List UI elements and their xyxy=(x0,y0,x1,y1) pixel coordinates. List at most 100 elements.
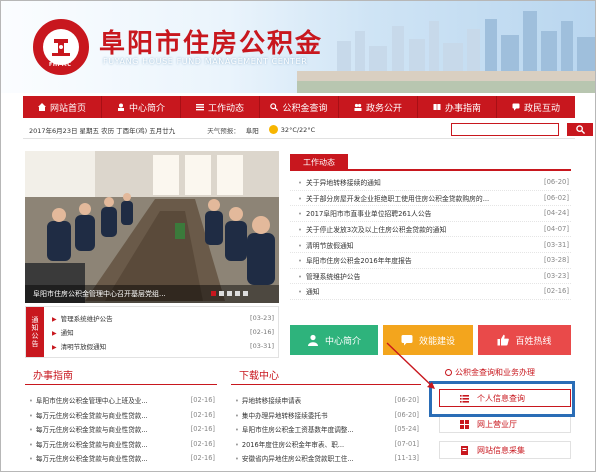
slide-dot[interactable] xyxy=(243,291,248,296)
weather-temp-text: 32°C/22°C xyxy=(280,125,316,134)
center-intro-button[interactable]: 中心简介 xyxy=(290,325,378,355)
download-item-title: 集中办理异地转移接续委托书 xyxy=(235,410,328,420)
list-icon xyxy=(195,104,204,111)
slide-dot[interactable] xyxy=(219,291,224,296)
slide-dot[interactable] xyxy=(235,291,240,296)
slideshow-dots xyxy=(211,291,248,296)
notice-list: ▶ 管理系统维护公告 [03-23] ▶ 通知 [02-16] ▶ 清明节放假通知 [… xyxy=(52,311,274,353)
list-item[interactable]: 阜阳市住房公积金工资基数年度调整... [05-24] xyxy=(231,422,421,437)
download-item-date: [07-01] xyxy=(394,439,419,448)
house-key-logo-icon xyxy=(52,39,70,56)
download-title[interactable]: 下载中心 xyxy=(239,367,279,382)
nav-label: 公积金查询 xyxy=(282,103,328,114)
guide-item-title: 每万元住房公积金贷款与商业性贷款... xyxy=(29,453,148,463)
guide-item-date: [02-16] xyxy=(190,396,215,405)
info-bar: 2017年6月23日 星期五 农历 丁酉年(鸡) 五月廿九 天气预报： 阜阳 3… xyxy=(23,121,593,139)
news-date: [06-02] xyxy=(543,193,569,202)
list-item[interactable]: 每万元住房公积金贷款与商业性贷款... [02-16] xyxy=(25,437,217,452)
news-date: [03-28] xyxy=(543,256,569,265)
tab-work-news[interactable]: 工作动态 xyxy=(290,154,348,171)
news-title: 关于停止发放3次及以上住房公积金贷款的通知 xyxy=(298,224,446,234)
notice-date: [02-16] xyxy=(250,328,274,336)
query-title-text: 公积金查询和业务办理 xyxy=(455,368,535,377)
hotline-label: 百姓热线 xyxy=(515,336,552,347)
notice-item[interactable]: ▶ 通知 [02-16] xyxy=(52,325,274,339)
current-date: 2017年6月23日 星期五 农历 丁酉年(鸡) 五月廿九 xyxy=(29,126,176,135)
user-icon xyxy=(307,334,318,346)
query-section-title: 公积金查询和业务办理 xyxy=(445,367,535,378)
grid-icon xyxy=(460,419,469,429)
list-item[interactable]: 2016年度住房公积金年审表、职... [07-01] xyxy=(231,437,421,452)
list-item[interactable]: 通知 [02-16] xyxy=(290,284,571,300)
guide-item-date: [02-16] xyxy=(190,425,215,434)
nav-label: 办事指南 xyxy=(444,103,481,114)
info-collection-button[interactable]: 网站信息采集 xyxy=(439,441,571,459)
document-icon xyxy=(461,445,468,455)
notice-item[interactable]: ▶ 清明节放假通知 [03-31] xyxy=(52,339,274,353)
download-item-title: 异地转移接续申请表 xyxy=(235,395,301,405)
download-item-title: 安徽省内异地住房公积金贷款职工住... xyxy=(235,453,354,463)
slide-dot[interactable] xyxy=(211,291,216,296)
download-list: 异地转移接续申请表 [06-20] 集中办理异地转移接续委托书 [06-20] 阜阳… xyxy=(231,393,421,466)
notice-date: [03-23] xyxy=(250,314,274,322)
list-item[interactable]: 阜阳市住房公积金管理中心上班及业... [02-16] xyxy=(25,393,217,408)
nav-item-intro[interactable]: 中心简介 xyxy=(102,96,181,118)
news-date: [04-24] xyxy=(543,209,569,218)
nav-item-query[interactable]: 公积金查询 xyxy=(260,96,339,118)
efficiency-button[interactable]: 效能建设 xyxy=(383,325,473,355)
news-title: 阜阳市住房公积金2016年年度报告 xyxy=(298,255,412,265)
search-icon xyxy=(575,125,585,134)
nav-label: 网站首页 xyxy=(49,103,86,114)
guide-item-title: 每万元住房公积金贷款与商业性贷款... xyxy=(29,410,148,420)
news-title: 清明节放假通知 xyxy=(298,240,354,250)
nav-item-news[interactable]: 工作动态 xyxy=(181,96,260,118)
list-item[interactable]: 每万元住房公积金贷款与商业性贷款... [02-16] xyxy=(25,451,217,466)
guide-item-title: 阜阳市住房公积金管理中心上班及业... xyxy=(29,395,148,405)
nav-item-guide[interactable]: 办事指南 xyxy=(418,96,497,118)
hotline-button[interactable]: 百姓热线 xyxy=(478,325,571,355)
guide-item-date: [02-16] xyxy=(190,410,215,419)
list-item[interactable]: 异地转移接续申请表 [06-20] xyxy=(231,393,421,408)
nav-label: 工作动态 xyxy=(207,103,244,114)
list-item[interactable]: 清明节放假通知 [03-31] xyxy=(290,237,571,253)
chat-icon xyxy=(401,335,413,346)
list-item[interactable]: 2017阜阳市市直事业单位招聘261人公告 [04-24] xyxy=(290,206,571,222)
slide-dot[interactable] xyxy=(227,291,232,296)
guide-item-title: 每万元住房公积金贷款与商业性贷款... xyxy=(29,424,148,434)
list-item[interactable]: 每万元住房公积金贷款与商业性贷款... [02-16] xyxy=(25,408,217,423)
search-input[interactable] xyxy=(451,123,559,136)
site-logo[interactable]: FHPMC xyxy=(33,19,89,75)
notice-item[interactable]: ▶ 管理系统维护公告 [03-23] xyxy=(52,311,274,325)
nav-item-home[interactable]: 网站首页 xyxy=(23,96,102,118)
online-hall-button[interactable]: 网上营业厅 xyxy=(439,415,571,433)
weather-label: 天气预报： xyxy=(207,126,240,135)
download-item-date: [06-20] xyxy=(394,410,419,419)
nav-item-public[interactable]: 政务公开 xyxy=(339,96,418,118)
site-title: 阜阳市住房公积金 xyxy=(99,29,324,59)
list-item[interactable]: 安徽省内异地住房公积金贷款职工住... [11-13] xyxy=(231,451,421,466)
list-item[interactable]: 关于停止发放3次及以上住房公积金贷款的通知 [04-07] xyxy=(290,222,571,238)
news-photo-slideshow[interactable] xyxy=(25,151,279,303)
arrow-bullet-icon: ▶ xyxy=(52,330,57,337)
list-item[interactable]: 关于部分房屋开发企业拒绝职工使用住房公积金贷款购房的... [06-02] xyxy=(290,191,571,207)
thumbs-up-icon xyxy=(497,334,510,346)
sun-icon xyxy=(268,125,278,134)
download-item-date: [05-24] xyxy=(394,425,419,434)
list-item[interactable]: 阜阳市住房公积金2016年年度报告 [03-28] xyxy=(290,253,571,269)
city-skyline-banner xyxy=(297,11,595,93)
logo-abbreviation: FHPMC xyxy=(49,62,72,68)
search-button[interactable] xyxy=(567,123,593,136)
list-item[interactable]: 集中办理异地转移接续委托书 [06-20] xyxy=(231,408,421,423)
news-list: 关于异地转移接续的通知 [06-20] 关于部分房屋开发企业拒绝职工使用住房公积金… xyxy=(290,175,571,300)
news-title: 通知 xyxy=(298,286,320,296)
page-frame: FHPMC 阜阳市住房公积金 FUYANG HOUSE FUND MANAGEM… xyxy=(0,0,596,472)
nav-item-interaction[interactable]: 政民互动 xyxy=(497,96,575,118)
guide-item-date: [02-16] xyxy=(190,454,215,463)
guide-title[interactable]: 办事指南 xyxy=(33,367,73,382)
list-item[interactable]: 每万元住房公积金贷款与商业性贷款... [02-16] xyxy=(25,422,217,437)
notice-title: 通知 xyxy=(60,329,74,337)
list-item[interactable]: 关于异地转移接续的通知 [06-20] xyxy=(290,175,571,191)
news-date: [06-20] xyxy=(543,178,569,187)
list-item[interactable]: 管理系统维护公告 [03-23] xyxy=(290,269,571,285)
user-icon xyxy=(117,103,124,111)
